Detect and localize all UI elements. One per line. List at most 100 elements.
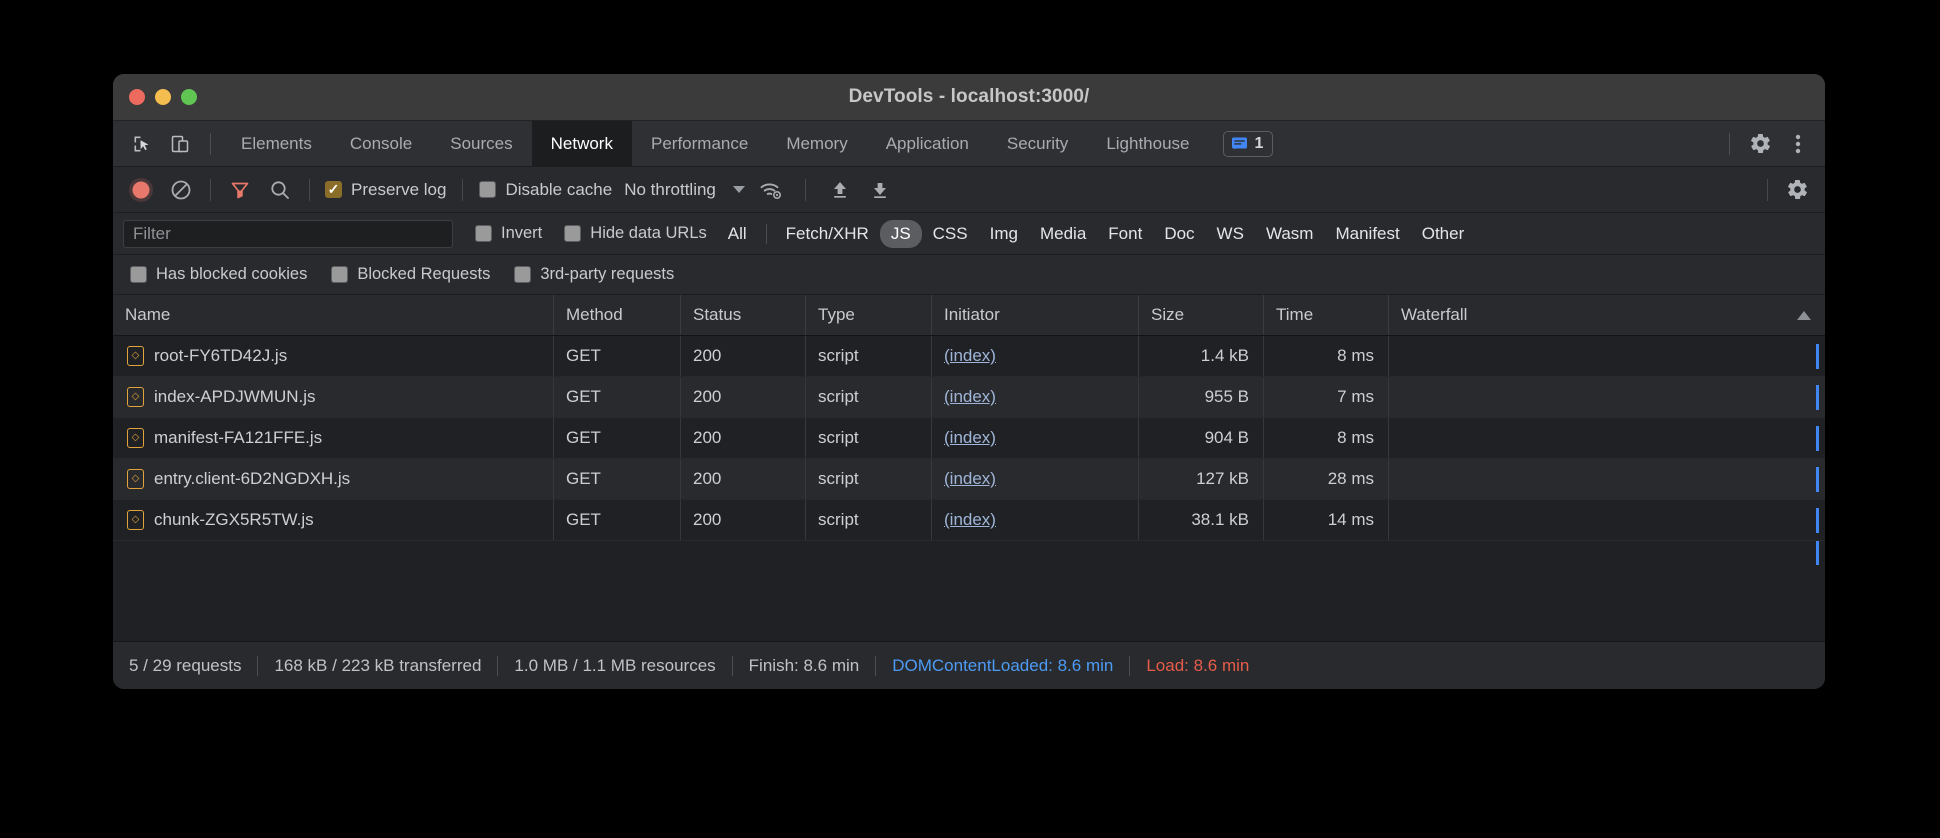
tab-lighthouse[interactable]: Lighthouse	[1087, 121, 1208, 167]
type-filter-manifest[interactable]: Manifest	[1324, 220, 1410, 248]
preserve-log-checkbox-box[interactable]	[325, 181, 342, 198]
third-party-requests-checkbox-box[interactable]	[514, 266, 532, 283]
tab-sources[interactable]: Sources	[431, 121, 531, 167]
cell-initiator[interactable]: (index)	[932, 418, 1139, 458]
type-filter-img[interactable]: Img	[979, 220, 1029, 248]
hide-data-urls-label: Hide data URLs	[590, 224, 707, 242]
tab-performance[interactable]: Performance	[632, 121, 767, 167]
cell-type: script	[806, 377, 932, 417]
cell-initiator[interactable]: (index)	[932, 459, 1139, 499]
hide-data-urls-checkbox-box[interactable]	[564, 225, 582, 242]
initiator-link[interactable]: (index)	[944, 428, 996, 448]
funnel-icon[interactable]	[224, 175, 256, 205]
column-header-waterfall[interactable]: Waterfall	[1389, 295, 1825, 335]
status-divider	[875, 655, 877, 676]
column-header-status[interactable]: Status	[681, 295, 806, 335]
tab-network[interactable]: Network	[531, 120, 632, 167]
search-icon[interactable]	[264, 175, 296, 205]
toolbar-divider	[210, 178, 211, 201]
column-header-name[interactable]: Name	[113, 295, 554, 335]
request-options-bar: Has blocked cookies Blocked Requests 3rd…	[113, 255, 1825, 295]
blocked-requests-checkbox-box[interactable]	[331, 266, 349, 283]
request-count: 5 / 29 requests	[129, 655, 242, 675]
record-icon[interactable]	[125, 175, 157, 205]
table-row[interactable]: ◇ entry.client-6D2NGDXH.js GET 200 scrip…	[113, 459, 1825, 500]
tab-elements[interactable]: Elements	[222, 121, 331, 167]
table-row[interactable]: ◇ manifest-FA121FFE.js GET 200 script (i…	[113, 418, 1825, 459]
table-row[interactable]: ◇ root-FY6TD42J.js GET 200 script (index…	[113, 336, 1825, 377]
type-filter-fetch-xhr[interactable]: Fetch/XHR	[775, 220, 880, 248]
has-blocked-cookies-checkbox-box[interactable]	[130, 266, 147, 283]
tab-memory[interactable]: Memory	[767, 121, 866, 167]
type-filter-media[interactable]: Media	[1029, 220, 1097, 248]
cell-name[interactable]: ◇ index-APDJWMUN.js	[113, 377, 554, 417]
initiator-link[interactable]: (index)	[944, 346, 996, 366]
tab-console[interactable]: Console	[331, 121, 431, 167]
preserve-log-checkbox[interactable]: Preserve log	[325, 180, 446, 200]
hide-data-urls-checkbox[interactable]: Hide data URLs	[564, 224, 707, 243]
toolbar-divider	[309, 178, 310, 201]
download-arrow-icon[interactable]	[864, 175, 896, 205]
tab-security[interactable]: Security	[988, 121, 1087, 167]
cell-name[interactable]: ◇ entry.client-6D2NGDXH.js	[113, 459, 554, 499]
type-filter-all[interactable]: All	[717, 220, 758, 248]
minimize-window-button[interactable]	[155, 89, 171, 105]
disable-cache-checkbox-box[interactable]	[479, 181, 497, 198]
cell-initiator[interactable]: (index)	[932, 336, 1139, 376]
toolbar-divider	[210, 132, 211, 155]
initiator-link[interactable]: (index)	[944, 387, 996, 407]
filter-input[interactable]	[123, 219, 453, 248]
clear-icon[interactable]	[165, 175, 197, 205]
has-blocked-cookies-checkbox[interactable]: Has blocked cookies	[130, 265, 307, 284]
cell-initiator[interactable]: (index)	[932, 377, 1139, 417]
kebab-menu-icon[interactable]	[1781, 127, 1815, 161]
type-filter-doc[interactable]: Doc	[1153, 220, 1205, 248]
throttling-dropdown[interactable]: No throttling	[624, 180, 745, 200]
maximize-window-button[interactable]	[181, 89, 197, 105]
cell-name[interactable]: ◇ manifest-FA121FFE.js	[113, 418, 554, 458]
cell-time: 8 ms	[1264, 418, 1389, 458]
column-header-size[interactable]: Size	[1139, 295, 1264, 335]
invert-checkbox[interactable]: Invert	[475, 224, 542, 243]
network-toolbar: Preserve log Disable cache No throttling	[113, 167, 1825, 213]
waterfall-bar	[1816, 426, 1819, 451]
inspect-element-icon[interactable]	[125, 127, 159, 161]
request-name: root-FY6TD42J.js	[154, 346, 288, 365]
js-file-icon: ◇	[127, 387, 144, 407]
invert-checkbox-box[interactable]	[475, 225, 492, 242]
status-divider	[497, 655, 499, 676]
type-filter-font[interactable]: Font	[1097, 220, 1153, 248]
cell-initiator[interactable]: (index)	[932, 500, 1139, 540]
third-party-requests-checkbox[interactable]: 3rd-party requests	[514, 265, 674, 284]
network-settings-gear-icon[interactable]	[1781, 175, 1813, 205]
column-header-type[interactable]: Type	[806, 295, 932, 335]
resources-size: 1.0 MB / 1.1 MB resources	[514, 655, 716, 675]
table-row[interactable]: ◇ index-APDJWMUN.js GET 200 script (inde…	[113, 377, 1825, 418]
cell-size: 38.1 kB	[1139, 500, 1264, 540]
wifi-gear-icon[interactable]	[755, 175, 787, 205]
close-window-button[interactable]	[129, 89, 145, 105]
disable-cache-checkbox[interactable]: Disable cache	[479, 180, 612, 200]
initiator-link[interactable]: (index)	[944, 510, 996, 530]
cell-name[interactable]: ◇ root-FY6TD42J.js	[113, 336, 554, 376]
message-count-badge[interactable]: 1	[1222, 130, 1274, 157]
type-filter-ws[interactable]: WS	[1206, 220, 1255, 248]
type-filter-other[interactable]: Other	[1411, 220, 1476, 248]
table-row[interactable]: ◇ chunk-ZGX5R5TW.js GET 200 script (inde…	[113, 500, 1825, 541]
chevron-down-icon	[732, 186, 745, 193]
type-filter-wasm[interactable]: Wasm	[1255, 220, 1325, 248]
device-toolbar-icon[interactable]	[163, 127, 197, 161]
type-filter-css[interactable]: CSS	[922, 220, 979, 248]
type-filter-js[interactable]: JS	[879, 219, 922, 248]
upload-arrow-icon[interactable]	[824, 175, 856, 205]
column-header-time[interactable]: Time	[1264, 295, 1389, 335]
blocked-requests-checkbox[interactable]: Blocked Requests	[331, 265, 490, 284]
tab-application[interactable]: Application	[867, 121, 988, 167]
column-header-method[interactable]: Method	[554, 295, 681, 335]
column-header-initiator[interactable]: Initiator	[932, 295, 1139, 335]
initiator-link[interactable]: (index)	[944, 469, 996, 489]
request-name: manifest-FA121FFE.js	[154, 428, 323, 447]
cell-name[interactable]: ◇ chunk-ZGX5R5TW.js	[113, 500, 554, 540]
cell-waterfall	[1389, 336, 1825, 376]
gear-icon[interactable]	[1743, 127, 1777, 161]
